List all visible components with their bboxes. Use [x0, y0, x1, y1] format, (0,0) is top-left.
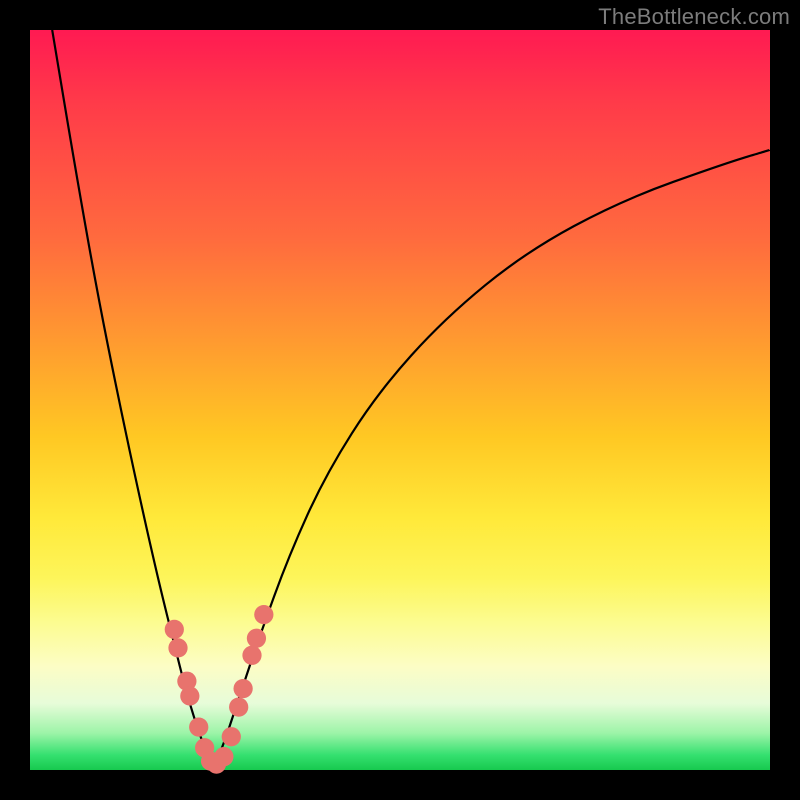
highlight-dot [247, 629, 266, 648]
highlight-dot [222, 727, 241, 746]
chart-plot-area [30, 30, 770, 770]
curve-right [214, 150, 770, 766]
highlight-dot [254, 605, 273, 624]
watermark-text: TheBottleneck.com [598, 4, 790, 30]
highlight-dot [214, 747, 233, 766]
highlight-dot [229, 697, 248, 716]
highlight-dot [234, 679, 253, 698]
highlight-dot [165, 620, 184, 639]
chart-frame: TheBottleneck.com [0, 0, 800, 800]
highlight-dot [168, 638, 187, 657]
highlight-dot [242, 646, 261, 665]
highlight-dot [180, 686, 199, 705]
highlight-markers [165, 605, 274, 774]
highlight-dot [189, 717, 208, 736]
bottleneck-curve-svg [30, 30, 770, 770]
curve-left [52, 30, 213, 766]
